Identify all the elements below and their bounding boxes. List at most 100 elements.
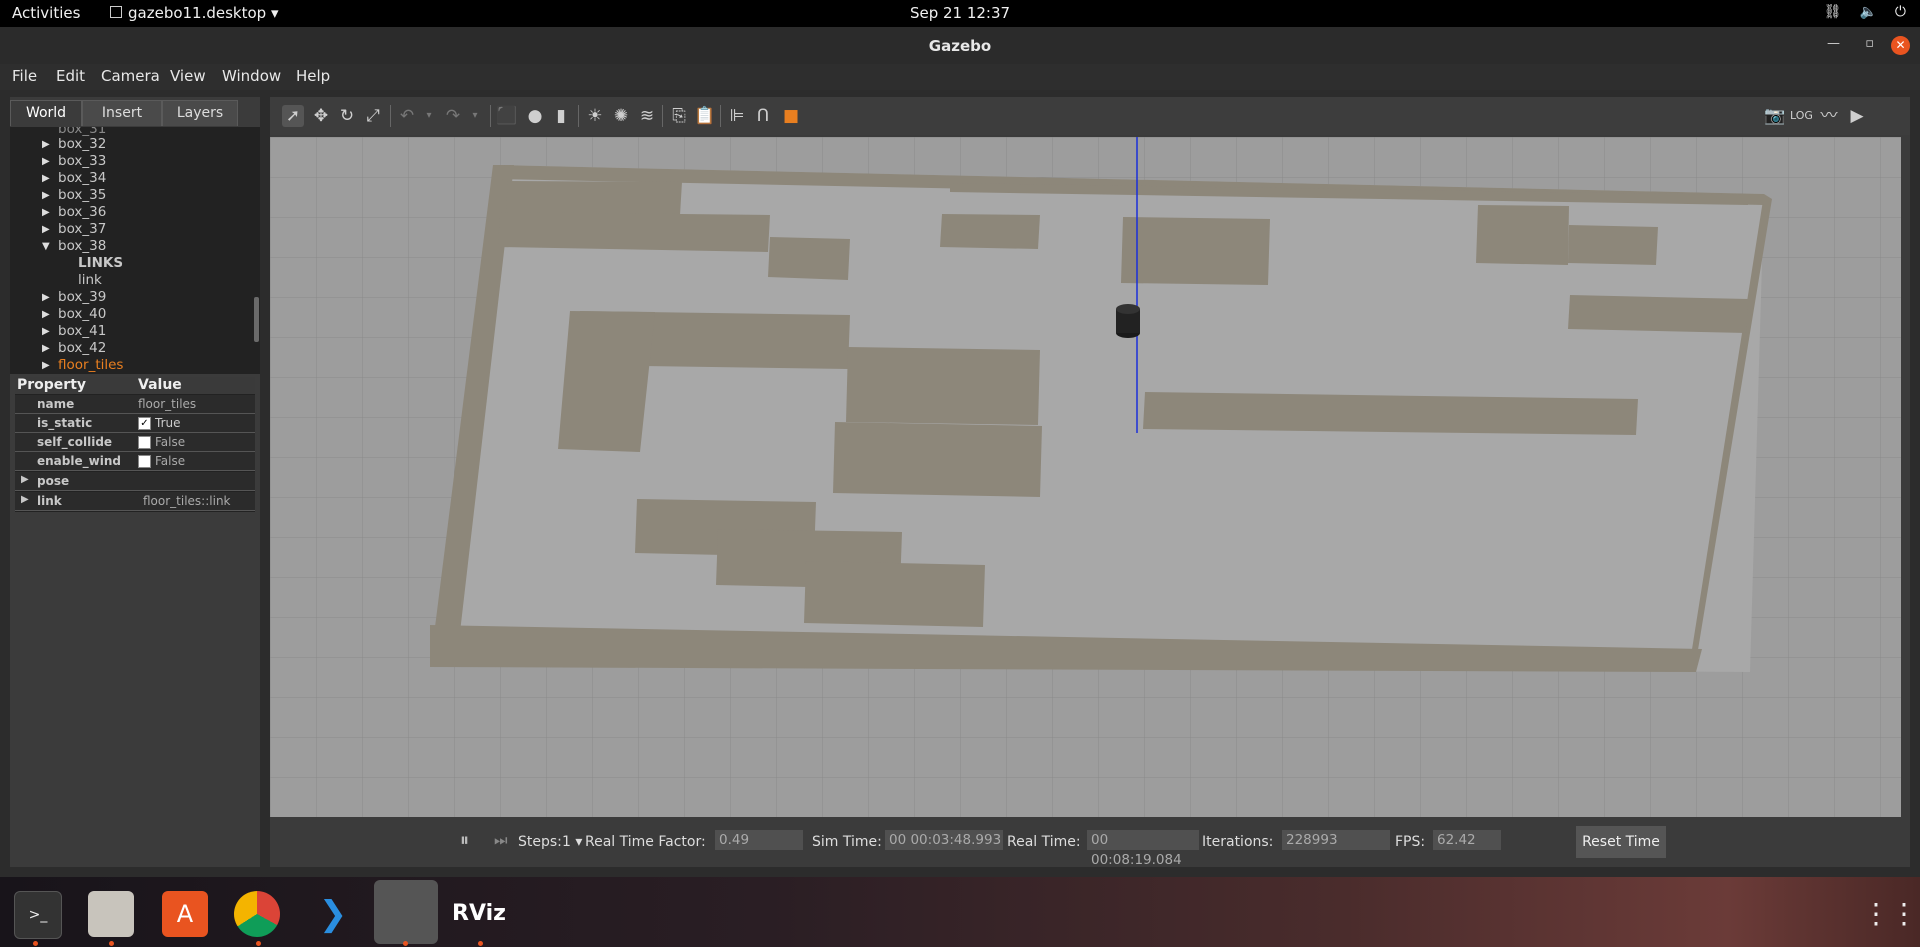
menu-edit[interactable]: Edit (56, 67, 85, 85)
expand-arrow-icon[interactable]: ▶ (42, 340, 50, 357)
tree-item[interactable]: ▶ box_41 (10, 323, 260, 340)
tab-layers[interactable]: Layers (162, 100, 238, 126)
app-menu[interactable]: gazebo11.desktop ▾ (110, 4, 279, 22)
wall-segment (833, 422, 1042, 497)
video-record-icon[interactable]: ▶ (1846, 105, 1868, 127)
snap-icon[interactable]: Ո (752, 105, 774, 127)
cylinder-shape-icon[interactable]: ▮ (550, 105, 572, 127)
tree-item[interactable]: ▶ box_34 (10, 170, 260, 187)
align-icon[interactable]: ⊫ (726, 105, 748, 127)
show-apps-icon[interactable]: ⋮⋮⋮ (1862, 891, 1920, 937)
maximize-button[interactable]: ▫ (1865, 36, 1874, 51)
menu-camera[interactable]: Camera (101, 67, 160, 85)
expand-arrow-icon[interactable]: ▶ (42, 187, 50, 204)
redo-history-icon[interactable]: ▾ (464, 105, 486, 127)
property-row-is-static[interactable]: is_static ✓ True (15, 414, 255, 433)
expand-arrow-icon[interactable]: ▶ (21, 494, 29, 505)
close-button[interactable]: ✕ (1891, 36, 1910, 55)
expand-arrow-icon[interactable]: ▶ (42, 306, 50, 323)
redo-icon[interactable]: ↷ (442, 105, 464, 127)
steps-spinbox[interactable]: 1 ▾ (562, 834, 582, 850)
tab-world[interactable]: World (10, 100, 82, 126)
property-row-name[interactable]: name floor_tiles (15, 395, 255, 414)
property-row-self-collide[interactable]: self_collide False (15, 433, 255, 452)
fps-label: FPS: (1395, 834, 1426, 850)
vscode-icon[interactable]: ❯ (310, 891, 356, 937)
paste-icon[interactable]: 📋 (694, 105, 716, 127)
toolbar-separator (390, 105, 391, 127)
tree-item-selected[interactable]: ▶ floor_tiles (10, 357, 260, 374)
3d-scene-viewport[interactable] (270, 137, 1901, 817)
select-mode-icon[interactable]: ➚ (282, 105, 304, 127)
scale-mode-icon[interactable]: ⤢ (362, 105, 384, 127)
reset-time-button[interactable]: Reset Time (1576, 826, 1666, 858)
tree-item[interactable]: ▶ box_39 (10, 289, 260, 306)
wall-segment (804, 561, 985, 627)
tree-item[interactable]: ▶ box_37 (10, 221, 260, 238)
property-row-link[interactable]: ▶ link floor_tiles::link (15, 492, 255, 511)
undo-icon[interactable]: ↶ (396, 105, 418, 127)
files-icon[interactable] (88, 891, 134, 937)
step-icon[interactable]: ⏭ (494, 831, 508, 849)
clock[interactable]: Sep 21 12:37 (0, 4, 1920, 22)
world-tree[interactable]: box_31 ▶ box_32 ▶ box_33 ▶ box_34 ▶ box_35 ▶… (10, 127, 260, 374)
change-view-icon[interactable]: ■ (780, 105, 802, 127)
software-center-icon[interactable]: A (162, 891, 208, 937)
property-row-pose[interactable]: ▶ pose (15, 472, 255, 491)
tree-item[interactable]: ▶ box_40 (10, 306, 260, 323)
menu-view[interactable]: View (170, 67, 206, 85)
tree-link-item[interactable]: link (78, 272, 102, 289)
directional-light-icon[interactable]: ≋ (636, 105, 658, 127)
pause-icon[interactable]: ⏸ (460, 830, 469, 851)
rviz-icon[interactable]: RViz (452, 891, 506, 937)
robot-model[interactable] (1116, 304, 1140, 338)
box-shape-icon[interactable]: ⬛ (496, 105, 518, 127)
menu-window[interactable]: Window (222, 67, 281, 85)
copy-icon[interactable]: ⎘ (668, 105, 690, 127)
activities-button[interactable]: Activities (12, 4, 80, 22)
tab-insert[interactable]: Insert (82, 100, 162, 126)
screenshot-icon[interactable]: 📷 (1764, 105, 1786, 127)
menu-file[interactable]: File (12, 67, 37, 85)
terminal-icon[interactable]: >_ (14, 891, 62, 939)
property-row-enable-wind[interactable]: enable_wind False (15, 452, 255, 471)
log-icon[interactable]: LOG (1790, 105, 1813, 127)
expand-arrow-icon[interactable]: ▶ (42, 221, 50, 238)
undo-history-icon[interactable]: ▾ (418, 105, 440, 127)
spot-light-icon[interactable]: ✺ (610, 105, 632, 127)
app-name: gazebo11.desktop ▾ (128, 4, 279, 22)
sphere-shape-icon[interactable]: ● (524, 105, 546, 127)
enable-wind-checkbox[interactable] (138, 455, 151, 468)
expand-arrow-icon[interactable]: ▶ (42, 204, 50, 221)
real-time-field: 00 00:08:19.084 (1087, 830, 1199, 868)
expand-arrow-icon[interactable]: ▶ (42, 323, 50, 340)
menu-help[interactable]: Help (296, 67, 330, 85)
rotate-mode-icon[interactable]: ↻ (336, 105, 358, 127)
maze-world-render[interactable] (270, 137, 1901, 817)
tree-scrollbar[interactable] (254, 297, 259, 342)
tree-item[interactable]: ▶ box_32 (10, 136, 260, 153)
translate-mode-icon[interactable]: ✥ (310, 105, 332, 127)
chrome-icon[interactable] (234, 891, 280, 937)
expand-arrow-icon[interactable]: ▶ (42, 153, 50, 170)
rtf-field: 0.49 (715, 830, 803, 850)
plot-icon[interactable]: 〰 (1818, 105, 1840, 127)
collapse-arrow-icon[interactable]: ▼ (42, 238, 50, 255)
tree-item[interactable]: ▶ box_36 (10, 204, 260, 221)
is-static-checkbox[interactable]: ✓ (138, 417, 151, 430)
system-tray[interactable]: ⛓ 🔈 ⏻ (1824, 4, 1906, 20)
tree-item[interactable]: ▶ box_35 (10, 187, 260, 204)
expand-arrow-icon[interactable]: ▶ (42, 289, 50, 306)
gazebo-icon[interactable] (374, 880, 438, 944)
expand-arrow-icon[interactable]: ▶ (21, 474, 29, 485)
minimize-button[interactable]: — (1827, 36, 1840, 51)
tree-item[interactable]: ▶ box_33 (10, 153, 260, 170)
wall-segment (558, 311, 655, 452)
self-collide-checkbox[interactable] (138, 436, 151, 449)
expand-arrow-icon[interactable]: ▶ (42, 136, 50, 153)
point-light-icon[interactable]: ☀ (584, 105, 606, 127)
expand-arrow-icon[interactable]: ▶ (42, 170, 50, 187)
tree-item[interactable]: ▶ box_42 (10, 340, 260, 357)
expand-arrow-icon[interactable]: ▶ (42, 357, 50, 374)
tree-item[interactable]: ▼ box_38 (10, 238, 260, 255)
